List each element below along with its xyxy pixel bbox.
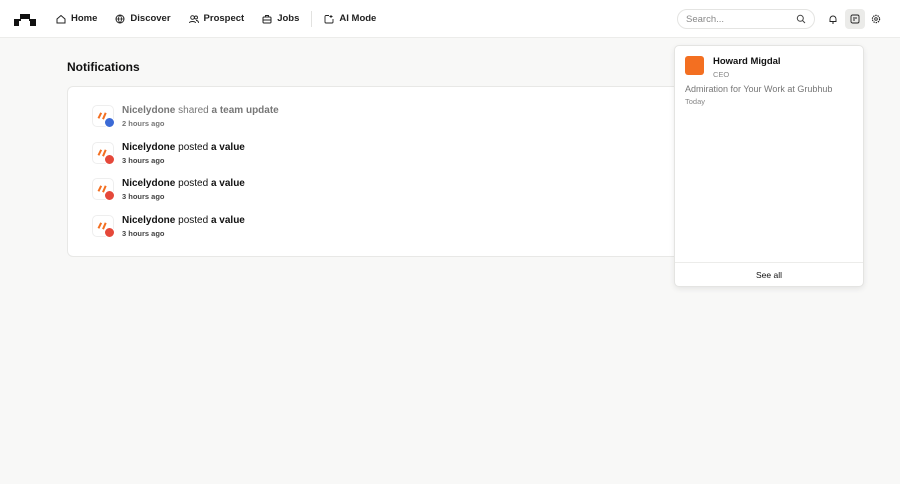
message-subject: Admiration for Your Work at Grubhub	[685, 84, 833, 94]
nav-prospect[interactable]: Prospect	[188, 13, 245, 24]
message-icon	[850, 14, 860, 24]
home-icon	[56, 14, 66, 23]
search-placeholder: Search...	[686, 13, 725, 25]
notification-time: 3 hours ago	[122, 228, 165, 238]
nav-jobs[interactable]: Jobs	[262, 13, 299, 24]
messages-button[interactable]	[845, 9, 865, 29]
notification-text: Nicelydone posted a value	[122, 214, 245, 226]
briefcase-icon	[262, 14, 272, 23]
globe-icon	[115, 14, 125, 23]
notification-item[interactable]: Nicelydone posted a value 3 hours ago	[92, 141, 245, 165]
notification-time: 2 hours ago	[122, 119, 165, 128]
notification-time: 3 hours ago	[122, 155, 165, 165]
message-item[interactable]: Howard Migdal CEO Admiration for Your Wo…	[685, 56, 853, 106]
notification-item[interactable]: Nicelydone posted a value 3 hours ago	[92, 214, 245, 238]
nav-label: Prospect	[203, 13, 245, 24]
sender-name: Howard Migdal	[713, 56, 781, 67]
users-icon	[188, 14, 199, 23]
ai-icon	[324, 14, 334, 23]
heart-badge-icon	[104, 226, 115, 238]
notification-time: 3 hours ago	[122, 192, 165, 201]
notification-text: Nicelydone posted a value	[122, 141, 245, 153]
notification-item[interactable]: Nicelydone shared a team update 2 hours …	[92, 105, 279, 128]
page-title: Notifications	[67, 60, 140, 74]
company-logo	[685, 56, 704, 75]
notification-item[interactable]: Nicelydone posted a value 3 hours ago	[92, 178, 245, 201]
sender-role: CEO	[713, 70, 730, 79]
notification-text: Nicelydone posted a value	[122, 178, 245, 189]
nav-label: Jobs	[277, 13, 300, 24]
messages-popup: Howard Migdal CEO Admiration for Your Wo…	[674, 45, 864, 287]
nav-label: Home	[71, 13, 98, 24]
nav-home[interactable]: Home	[56, 13, 97, 24]
avatar	[92, 141, 115, 165]
avatar	[92, 178, 115, 201]
team-badge-icon	[104, 117, 115, 128]
nav-discover[interactable]: Discover	[115, 13, 171, 24]
search-icon[interactable]	[796, 14, 806, 24]
nav-divider	[311, 10, 313, 27]
nav-label: Discover	[130, 13, 171, 24]
main-nav: Home Discover Prospect Jobs AI Mode	[56, 10, 394, 27]
avatar	[92, 105, 115, 128]
nav-label: AI Mode	[339, 13, 377, 24]
search-input[interactable]: Search...	[677, 9, 815, 29]
gear-icon	[871, 14, 881, 24]
notification-text: Nicelydone shared a team update	[122, 105, 279, 116]
avatar	[92, 214, 115, 238]
top-bar: Home Discover Prospect Jobs AI Mode Sear…	[0, 0, 900, 38]
logo[interactable]	[14, 12, 36, 26]
bell-icon	[829, 15, 837, 24]
settings-button[interactable]	[866, 9, 886, 29]
notifications-button[interactable]	[823, 9, 843, 29]
see-all-link[interactable]: See all	[675, 262, 863, 286]
notifications-list: Nicelydone shared a team update 2 hours …	[67, 86, 767, 257]
heart-badge-icon	[104, 153, 115, 165]
message-time: Today	[685, 97, 706, 106]
nav-ai-mode[interactable]: AI Mode	[324, 13, 376, 24]
heart-badge-icon	[104, 190, 115, 201]
